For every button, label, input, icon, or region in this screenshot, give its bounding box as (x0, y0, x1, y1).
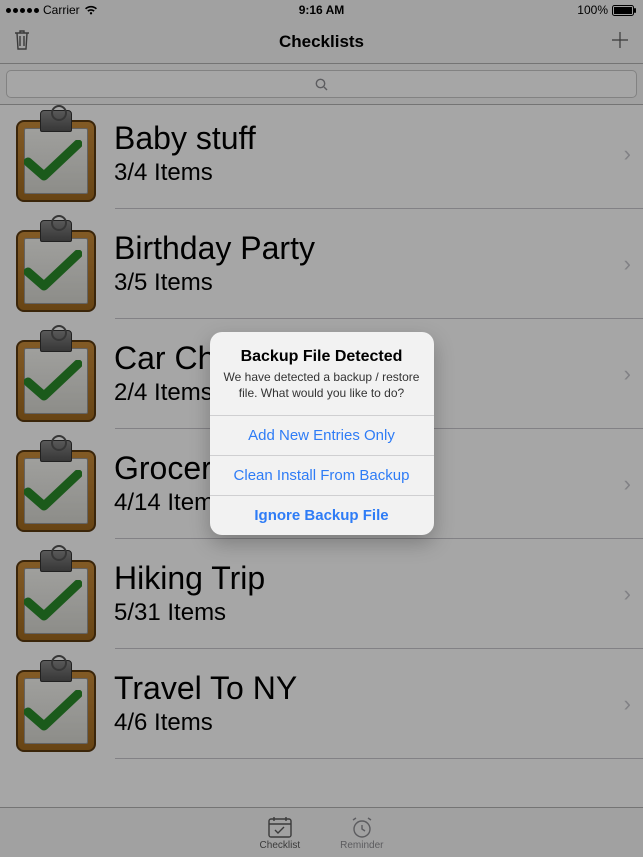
alert-clean-install-button[interactable]: Clean Install From Backup (210, 455, 434, 495)
alert-ignore-button[interactable]: Ignore Backup File (210, 495, 434, 535)
alert-add-new-button[interactable]: Add New Entries Only (210, 415, 434, 455)
alert-message: We have detected a backup / restore file… (224, 370, 420, 401)
alert-title: Backup File Detected (224, 348, 420, 366)
alert-dialog: Backup File Detected We have detected a … (210, 332, 434, 535)
